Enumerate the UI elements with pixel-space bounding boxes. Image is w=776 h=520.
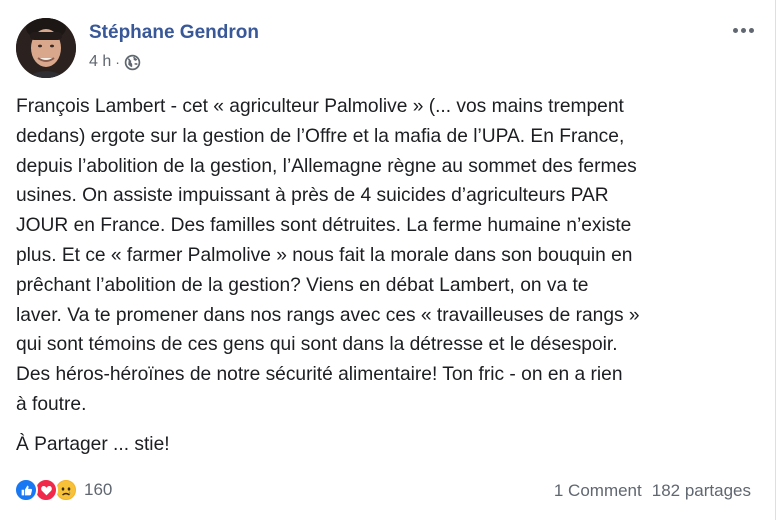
author-name[interactable]: Stéphane Gendron [89, 22, 259, 44]
post-time[interactable]: 4 h [89, 53, 111, 71]
post-body-line: laver. Va te promener dans nos rangs ave… [16, 304, 640, 326]
meta-separator: · [115, 54, 120, 70]
globe-icon[interactable] [124, 54, 141, 71]
post-card: Stéphane Gendron 4 h · François Lambert … [0, 0, 776, 520]
post-body-line: à foutre. [16, 393, 87, 415]
post-stats: 1 Comment 182 partages [554, 481, 751, 501]
reactions-summary[interactable]: 160 [14, 478, 112, 502]
more-options-button[interactable] [729, 20, 757, 40]
dot-icon [748, 27, 754, 33]
dot-icon [740, 27, 746, 33]
avatar-image [16, 18, 76, 78]
dot-icon [732, 27, 738, 33]
post-body-line: depuis l’abolition de la gestion, l’Alle… [16, 155, 637, 177]
post-meta: 4 h · [89, 53, 141, 71]
post-body-line: JOUR en France. Des familles sont détrui… [16, 215, 632, 237]
post-body-line: prêchant l’abolition de la gestion? Vien… [16, 274, 589, 296]
comments-link[interactable]: 1 Comment [554, 481, 642, 501]
post-body: François Lambert - cet « agriculteur Pal… [16, 92, 761, 420]
post-body-line: dedans) ergote sur la gestion de l’Offre… [16, 125, 625, 147]
post-body-line: qui sont témoins de ces gens qui sont da… [16, 334, 618, 356]
post-share-line: À Partager ... stie! [16, 434, 170, 455]
post-body-line: usines. On assiste impuissant à près de … [16, 185, 609, 207]
avatar[interactable] [16, 18, 76, 78]
post-body-line: François Lambert - cet « agriculteur Pal… [16, 96, 624, 117]
like-icon [14, 478, 38, 502]
reaction-count: 160 [84, 480, 113, 499]
post-body-line: plus. Et ce « farmer Palmolive » nous fa… [16, 244, 633, 266]
post-body-line: Des héros-héroïnes de notre sécurité ali… [16, 364, 623, 386]
shares-link[interactable]: 182 partages [652, 481, 751, 501]
